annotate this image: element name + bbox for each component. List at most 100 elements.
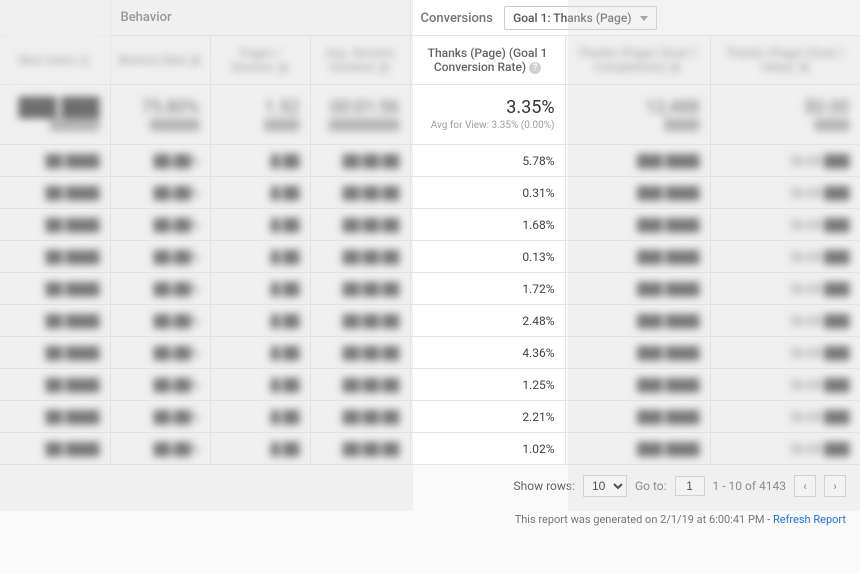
table-footer: Show rows: 10 Go to: 1 - 10 of 4143 ‹ › xyxy=(0,465,860,507)
cell-duration: ██:██:██ xyxy=(310,273,410,305)
help-icon[interactable]: ? xyxy=(277,62,289,74)
cell-pages: █.██ xyxy=(210,401,310,433)
help-icon[interactable]: ? xyxy=(669,62,681,74)
conversions-group: Conversions Goal 1: Thanks (Page) xyxy=(410,0,860,36)
behavior-group: Behavior xyxy=(110,0,410,36)
table-row[interactable]: ██ ██████.██%█.████:██:██0.13%███ ████$0… xyxy=(0,241,860,273)
cell-duration: ██:██:██ xyxy=(310,433,410,465)
summary-row: ███ ██████████ 75.80%███████ 1.52█████ 0… xyxy=(0,85,860,145)
cell-comp: ███ ████ xyxy=(565,305,710,337)
table-row[interactable]: ██ ██████.██%█.████:██:██1.72%███ ████$0… xyxy=(0,273,860,305)
col-avg-session[interactable]: Avg. Session Duration? xyxy=(310,36,410,85)
goto-input[interactable] xyxy=(675,476,705,496)
cell-conv: 0.31% xyxy=(410,177,565,209)
cell-bounce: ██.██% xyxy=(110,305,210,337)
table-row[interactable]: ██ ██████.██%█.████:██:██5.78%███ ████$0… xyxy=(0,145,860,177)
cell-pages: █.██ xyxy=(210,433,310,465)
cell-conv: 2.48% xyxy=(410,305,565,337)
table-row[interactable]: ██ ██████.██%█.████:██:██1.25%███ ████$0… xyxy=(0,369,860,401)
cell-conv: 0.13% xyxy=(410,241,565,273)
cell-bounce: ██.██% xyxy=(110,273,210,305)
show-rows-select[interactable]: 10 xyxy=(583,475,627,497)
report-generated: This report was generated on 2/1/19 at 6… xyxy=(0,507,860,532)
col-goal-value[interactable]: Thanks (Page) (Goal 1 Value)? xyxy=(710,36,860,85)
cell-pages: █.██ xyxy=(210,241,310,273)
prev-page-button[interactable]: ‹ xyxy=(794,475,816,497)
show-rows-label: Show rows: xyxy=(514,479,575,493)
col-pages-session[interactable]: Pages / Session? xyxy=(210,36,310,85)
table-row[interactable]: ██ ██████.██%█.████:██:██0.31%███ ████$0… xyxy=(0,177,860,209)
cell-conv: 1.25% xyxy=(410,369,565,401)
cell-value: $0.00 ███ xyxy=(710,305,860,337)
goal-selector[interactable]: Goal 1: Thanks (Page) xyxy=(504,6,657,30)
cell-conv: 1.02% xyxy=(410,433,565,465)
summary-comp: 12,488█████ xyxy=(565,85,710,145)
cell-duration: ██:██:██ xyxy=(310,401,410,433)
cell-bounce: ██.██% xyxy=(110,369,210,401)
cell-value: $0.00 ███ xyxy=(710,241,860,273)
table-row[interactable]: ██ ██████.██%█.████:██:██2.21%███ ████$0… xyxy=(0,401,860,433)
cell-comp: ███ ████ xyxy=(565,401,710,433)
cell-comp: ███ ████ xyxy=(565,177,710,209)
cell-value: $0.00 ███ xyxy=(710,145,860,177)
cell-comp: ███ ████ xyxy=(565,241,710,273)
cell-new-users: ██ ████ xyxy=(0,305,110,337)
col-bounce-rate[interactable]: Bounce Rate? xyxy=(110,36,210,85)
cell-comp: ███ ████ xyxy=(565,273,710,305)
summary-duration: 00:01:56██████████ xyxy=(310,85,410,145)
cell-new-users: ██ ████ xyxy=(0,433,110,465)
next-page-button[interactable]: › xyxy=(824,475,846,497)
help-icon[interactable]: ? xyxy=(378,62,390,74)
cell-conv: 1.72% xyxy=(410,273,565,305)
table-row[interactable]: ██ ██████.██%█.████:██:██2.48%███ ████$0… xyxy=(0,305,860,337)
column-header-row: New Users? Bounce Rate? Pages / Session?… xyxy=(0,36,860,85)
cell-new-users: ██ ████ xyxy=(0,337,110,369)
help-icon[interactable]: ? xyxy=(798,62,810,74)
summary-conv: 3.35%Avg for View: 3.35% (0.00%) xyxy=(410,85,565,145)
col-goal-conv[interactable]: Thanks (Page) (Goal 1 Conversion Rate)? xyxy=(410,36,565,85)
summary-pages: 1.52█████ xyxy=(210,85,310,145)
cell-value: $0.00 ███ xyxy=(710,177,860,209)
cell-value: $0.00 ███ xyxy=(710,433,860,465)
cell-new-users: ██ ████ xyxy=(0,145,110,177)
pagination-range: 1 - 10 of 4143 xyxy=(713,479,786,493)
help-icon[interactable]: ? xyxy=(529,62,541,74)
col-new-users[interactable]: New Users? xyxy=(0,36,110,85)
summary-new-users: ███ ██████████ xyxy=(0,85,110,145)
col-goal-comp[interactable]: Thanks (Page) (Goal 1 Completions)? xyxy=(565,36,710,85)
table-row[interactable]: ██ ██████.██%█.████:██:██1.68%███ ████$0… xyxy=(0,209,860,241)
table-row[interactable]: ██ ██████.██%█.████:██:██4.36%███ ████$0… xyxy=(0,337,860,369)
help-icon[interactable]: ? xyxy=(189,55,201,67)
cell-conv: 4.36% xyxy=(410,337,565,369)
cell-pages: █.██ xyxy=(210,369,310,401)
goto-label: Go to: xyxy=(635,479,667,493)
cell-new-users: ██ ████ xyxy=(0,241,110,273)
cell-duration: ██:██:██ xyxy=(310,145,410,177)
group-header-row: Behavior Conversions Goal 1: Thanks (Pag… xyxy=(0,0,860,36)
analytics-table: Behavior Conversions Goal 1: Thanks (Pag… xyxy=(0,0,860,465)
cell-comp: ███ ████ xyxy=(565,369,710,401)
cell-duration: ██:██:██ xyxy=(310,337,410,369)
cell-new-users: ██ ████ xyxy=(0,209,110,241)
cell-bounce: ██.██% xyxy=(110,401,210,433)
cell-value: $0.00 ███ xyxy=(710,369,860,401)
cell-duration: ██:██:██ xyxy=(310,177,410,209)
cell-value: $0.00 ███ xyxy=(710,209,860,241)
help-icon[interactable]: ? xyxy=(79,55,91,67)
cell-duration: ██:██:██ xyxy=(310,241,410,273)
refresh-report-link[interactable]: Refresh Report xyxy=(773,513,846,526)
cell-conv: 2.21% xyxy=(410,401,565,433)
cell-bounce: ██.██% xyxy=(110,241,210,273)
table-row[interactable]: ██ ██████.██%█.████:██:██1.02%███ ████$0… xyxy=(0,433,860,465)
cell-new-users: ██ ████ xyxy=(0,369,110,401)
cell-comp: ███ ████ xyxy=(565,433,710,465)
cell-comp: ███ ████ xyxy=(565,337,710,369)
cell-pages: █.██ xyxy=(210,145,310,177)
cell-value: $0.00 ███ xyxy=(710,273,860,305)
chevron-down-icon xyxy=(640,16,648,21)
cell-bounce: ██.██% xyxy=(110,177,210,209)
cell-value: $0.00 ███ xyxy=(710,337,860,369)
cell-comp: ███ ████ xyxy=(565,209,710,241)
cell-pages: █.██ xyxy=(210,305,310,337)
cell-pages: █.██ xyxy=(210,209,310,241)
